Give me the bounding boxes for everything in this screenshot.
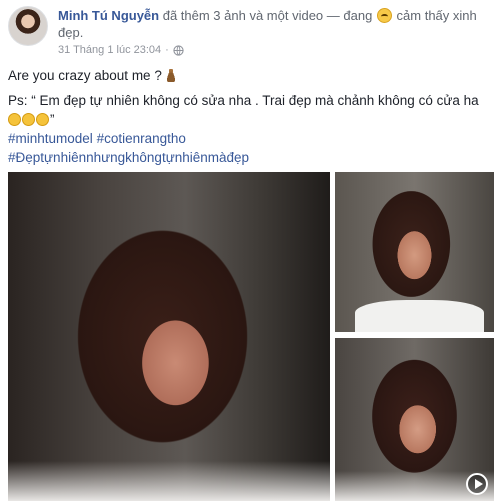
hashtags-line-1: #minhtumodel #cotienrangtho: [8, 129, 494, 148]
hashtag-link[interactable]: #minhtumodel: [8, 131, 93, 146]
post-meta-row: 31 Tháng 1 lúc 23:04 ·: [58, 44, 184, 56]
closing-quote: ”: [50, 112, 55, 127]
message-line-2: Ps: “ Em đẹp tự nhiên không có sửa nha .…: [8, 91, 494, 110]
play-icon[interactable]: [466, 473, 488, 495]
hashtags-line-2: #Đẹptựnhiênnhưngkhôngtựnhiênmàđẹp: [8, 148, 494, 167]
post-header: Minh Tú Nguyễn đã thêm 3 ảnh và một vide…: [8, 6, 494, 56]
smiling-face-icon: [376, 8, 392, 23]
message-line-1: Are you crazy about me ?: [8, 66, 494, 85]
meta-separator: ·: [165, 44, 169, 56]
poop-icon: [164, 69, 177, 82]
photo-top-right[interactable]: [335, 172, 494, 332]
media-grid: [8, 172, 494, 501]
rolling-laughing-icon: [36, 113, 49, 126]
rolling-laughing-icon: [8, 113, 21, 126]
photo-bottom-right[interactable]: [335, 338, 494, 501]
hashtag-link[interactable]: #Đẹptựnhiênnhưngkhôngtựnhiênmàđẹp: [8, 150, 249, 165]
author-avatar[interactable]: [8, 6, 48, 46]
author-name-link[interactable]: Minh Tú Nguyễn: [58, 8, 159, 23]
post-action-text: đã thêm 3 ảnh và một video — đang: [159, 8, 376, 23]
message-question-text: Are you crazy about me ?: [8, 68, 162, 83]
globe-icon[interactable]: [173, 44, 184, 56]
post-header-line: Minh Tú Nguyễn đã thêm 3 ảnh và một vide…: [58, 7, 494, 41]
post-timestamp-link[interactable]: 31 Tháng 1 lúc 23:04: [58, 44, 161, 56]
hashtag-link[interactable]: #cotienrangtho: [97, 131, 186, 146]
message-ps-text: Ps: “ Em đẹp tự nhiên không có sửa nha .…: [8, 93, 479, 108]
rolling-laughing-icon: [22, 113, 35, 126]
post-message: Are you crazy about me ? Ps: “ Em đẹp tự…: [8, 66, 494, 167]
message-line-3: ”: [8, 110, 494, 129]
photo-main[interactable]: [8, 172, 330, 501]
